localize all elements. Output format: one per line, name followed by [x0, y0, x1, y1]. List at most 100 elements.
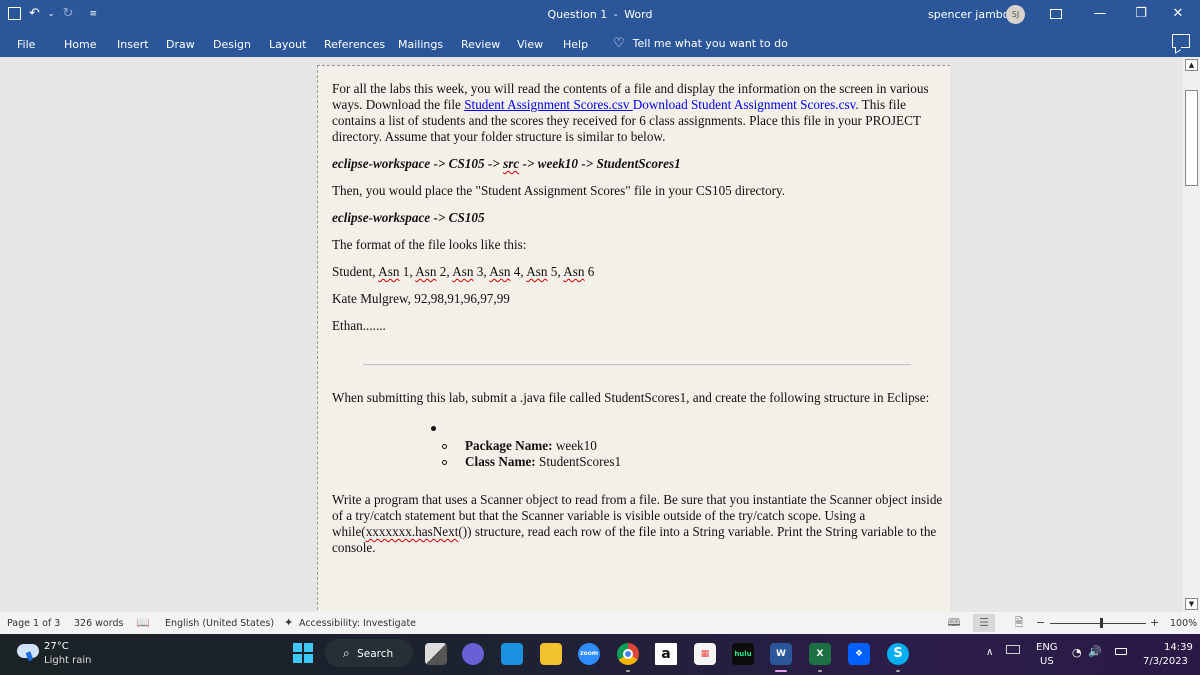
tab-references[interactable]: References	[324, 38, 385, 51]
clock-date[interactable]: 7/3/2023	[1143, 656, 1188, 667]
tab-mailings[interactable]: Mailings	[398, 38, 443, 51]
file-explorer-icon[interactable]	[540, 643, 562, 665]
folder-path-1: eclipse-workspace -> CS105 -> src -> wee…	[332, 156, 681, 171]
document-area: For all the labs this week, you will rea…	[0, 57, 1183, 612]
language[interactable]: English (United States)	[165, 618, 274, 629]
then-paragraph: Then, you would place the "Student Assig…	[332, 183, 786, 198]
download-csv-link[interactable]: Download Student Assignment Scores.csv	[633, 97, 856, 112]
scroll-up-icon[interactable]: ▲	[1185, 59, 1198, 71]
tab-design[interactable]: Design	[213, 38, 251, 51]
search-icon: ⌕	[343, 646, 350, 660]
show-hidden-icons-icon[interactable]: ∧	[986, 647, 993, 658]
running-indicator	[896, 670, 900, 672]
chrome-icon[interactable]	[617, 643, 639, 665]
tab-draw[interactable]: Draw	[166, 38, 195, 51]
volume-icon[interactable]: 🔊	[1088, 645, 1102, 658]
undo-icon[interactable]: ↶	[29, 6, 40, 21]
tab-help[interactable]: Help	[563, 38, 588, 51]
proofing-icon[interactable]: 📖	[136, 616, 150, 629]
clock-time[interactable]: 14:39	[1164, 642, 1193, 653]
zoom-in-button[interactable]: +	[1150, 616, 1159, 629]
running-indicator	[626, 670, 630, 672]
print-layout-icon[interactable]: ☰	[973, 614, 995, 632]
teams-chat-icon[interactable]	[462, 643, 484, 665]
horizontal-rule	[363, 364, 911, 366]
write-program-paragraph: Write a program that uses a Scanner obje…	[332, 492, 943, 555]
folder-path-2: eclipse-workspace -> CS105	[332, 210, 485, 225]
tab-home[interactable]: Home	[64, 38, 96, 51]
undo-dropdown-icon[interactable]: ⌄	[48, 9, 55, 18]
vertical-scrollbar[interactable]: ▲ ▼	[1183, 57, 1200, 612]
quick-access-toolbar: ↶ ⌄ ↻ ≡	[8, 6, 97, 21]
skype-icon[interactable]: S	[887, 643, 909, 665]
taskbar: 27°C Light rain ⌕ Search zoom a ▦ hulu W…	[0, 634, 1200, 675]
scroll-down-icon[interactable]: ▼	[1185, 598, 1198, 610]
start-button[interactable]	[293, 643, 313, 663]
ethan-line: Ethan.......	[332, 318, 386, 333]
excel-icon[interactable]: X	[809, 643, 831, 665]
microsoft-store-icon[interactable]: ▦	[694, 643, 716, 665]
sub-bullet-icon	[442, 443, 447, 449]
avatar[interactable]: SJ	[1006, 5, 1025, 24]
weather-rain-icon[interactable]	[17, 644, 39, 658]
tell-me-search[interactable]: ♡ Tell me what you want to do	[613, 36, 788, 51]
tab-insert[interactable]: Insert	[117, 38, 149, 51]
keyboard-icon[interactable]	[1006, 645, 1020, 654]
ribbon-tabs: File Home Insert Draw Design Layout Refe…	[0, 30, 1200, 57]
web-layout-icon[interactable]: 🗎	[1008, 614, 1030, 632]
title-bar: ↶ ⌄ ↻ ≡ Question 1 - Word spencer jambo …	[0, 0, 1200, 30]
comments-icon[interactable]	[1172, 34, 1190, 48]
dropbox-icon[interactable]: ❖	[848, 643, 870, 665]
tab-review[interactable]: Review	[461, 38, 500, 51]
tell-me-label: Tell me what you want to do	[632, 37, 788, 50]
tab-file[interactable]: File	[17, 38, 35, 51]
task-view-icon[interactable]	[425, 643, 447, 665]
hulu-icon[interactable]: hulu	[732, 643, 754, 665]
sample-data-line: Kate Mulgrew, 92,98,91,96,97,99	[332, 291, 510, 306]
customize-qat-icon[interactable]: ≡	[90, 9, 98, 19]
mail-icon[interactable]	[501, 643, 523, 665]
word-icon[interactable]: W	[770, 643, 792, 665]
battery-icon[interactable]	[1115, 648, 1127, 655]
read-mode-icon[interactable]: 🕮	[943, 614, 965, 632]
wifi-icon[interactable]: ◔	[1072, 646, 1082, 659]
input-language-top[interactable]: ENG	[1036, 642, 1058, 653]
tab-layout[interactable]: Layout	[269, 38, 306, 51]
word-count[interactable]: 326 words	[74, 618, 123, 629]
zoom-out-button[interactable]: −	[1036, 616, 1045, 629]
taskbar-search[interactable]: ⌕ Search	[325, 639, 413, 667]
document-body[interactable]: For all the labs this week, you will rea…	[332, 81, 944, 556]
weather-condition[interactable]: Light rain	[44, 655, 92, 666]
structure-list: Package Name: week10 Class Name: Student…	[429, 426, 944, 470]
input-language-bottom[interactable]: US	[1040, 656, 1054, 667]
list-item: Class Name: StudentScores1	[429, 454, 944, 470]
ribbon-display-options-icon[interactable]	[1044, 3, 1068, 25]
save-icon[interactable]	[8, 7, 21, 20]
user-name[interactable]: spencer jambo	[928, 8, 1010, 21]
document-page[interactable]: For all the labs this week, you will rea…	[317, 65, 950, 612]
tab-view[interactable]: View	[517, 38, 543, 51]
intro-paragraph: For all the labs this week, you will rea…	[332, 81, 929, 144]
scroll-thumb[interactable]	[1185, 90, 1198, 186]
restore-icon[interactable]: ❐	[1129, 3, 1153, 25]
running-indicator	[818, 670, 822, 672]
accessibility-status[interactable]: Accessibility: Investigate	[299, 618, 416, 629]
csv-link[interactable]: Student Assignment Scores.csv	[464, 97, 633, 112]
file-header-line: Student, Asn 1, Asn 2, Asn 3, Asn 4, Asn…	[332, 264, 595, 279]
close-icon[interactable]: ✕	[1166, 3, 1190, 25]
zoom-slider-track[interactable]	[1050, 623, 1146, 624]
submit-paragraph: When submitting this lab, submit a .java…	[332, 390, 930, 405]
minimize-icon[interactable]: —	[1088, 3, 1112, 25]
sub-bullet-icon	[442, 459, 447, 465]
accessibility-icon: ✦	[284, 616, 294, 629]
list-item: Package Name: week10	[429, 438, 944, 454]
page-count[interactable]: Page 1 of 3	[7, 618, 60, 629]
status-bar: Page 1 of 3 326 words 📖 English (United …	[0, 612, 1200, 634]
redo-icon[interactable]: ↻	[63, 6, 74, 21]
zoom-level[interactable]: 100%	[1170, 618, 1197, 629]
weather-temperature[interactable]: 27°C	[44, 641, 69, 652]
zoom-slider-thumb[interactable]	[1100, 618, 1103, 628]
zoom-app-icon[interactable]: zoom	[578, 643, 600, 665]
amazon-icon[interactable]: a	[655, 643, 677, 665]
lightbulb-icon: ♡	[613, 36, 625, 51]
